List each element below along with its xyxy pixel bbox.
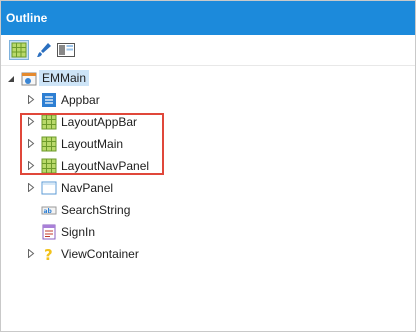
expand-arrow-icon[interactable] (26, 95, 35, 104)
expand-arrow-icon[interactable] (26, 183, 35, 192)
tree-item-label: ViewContainer (61, 247, 139, 261)
svg-text:?: ? (44, 246, 53, 262)
search-string-icon: ab (41, 206, 57, 215)
highlight-box (20, 113, 164, 175)
grid-view-button[interactable] (9, 40, 29, 60)
panel-title: Outline (6, 11, 48, 25)
outline-panel: Outline EMMain Appbar LayoutAppBar Layou… (0, 0, 416, 332)
tree-item-label: NavPanel (61, 181, 114, 195)
root-component-icon (21, 72, 37, 86)
appbar-icon (42, 93, 56, 107)
tree-root-label: EMMain (39, 70, 90, 86)
tree-item-label: Appbar (61, 93, 100, 107)
svg-text:ab: ab (44, 208, 53, 215)
outline-toolbar (1, 35, 415, 65)
panel-icon (41, 181, 57, 195)
form-icon (42, 224, 56, 240)
grid-view-icon (11, 42, 27, 58)
expand-arrow-icon[interactable] (26, 249, 35, 258)
layout-preview-icon (57, 43, 75, 57)
tree-item-label: SearchString (61, 203, 131, 217)
question-mark-icon: ? (44, 246, 53, 262)
collapse-arrow-icon[interactable] (6, 74, 15, 83)
outline-tree: EMMain Appbar LayoutAppBar LayoutMain La… (1, 66, 415, 331)
layout-preview-button[interactable] (56, 40, 76, 60)
tree-item-label: SignIn (61, 225, 96, 239)
panel-title-bar: Outline (1, 1, 415, 35)
brush-icon (37, 43, 51, 57)
brush-button[interactable] (34, 40, 54, 60)
